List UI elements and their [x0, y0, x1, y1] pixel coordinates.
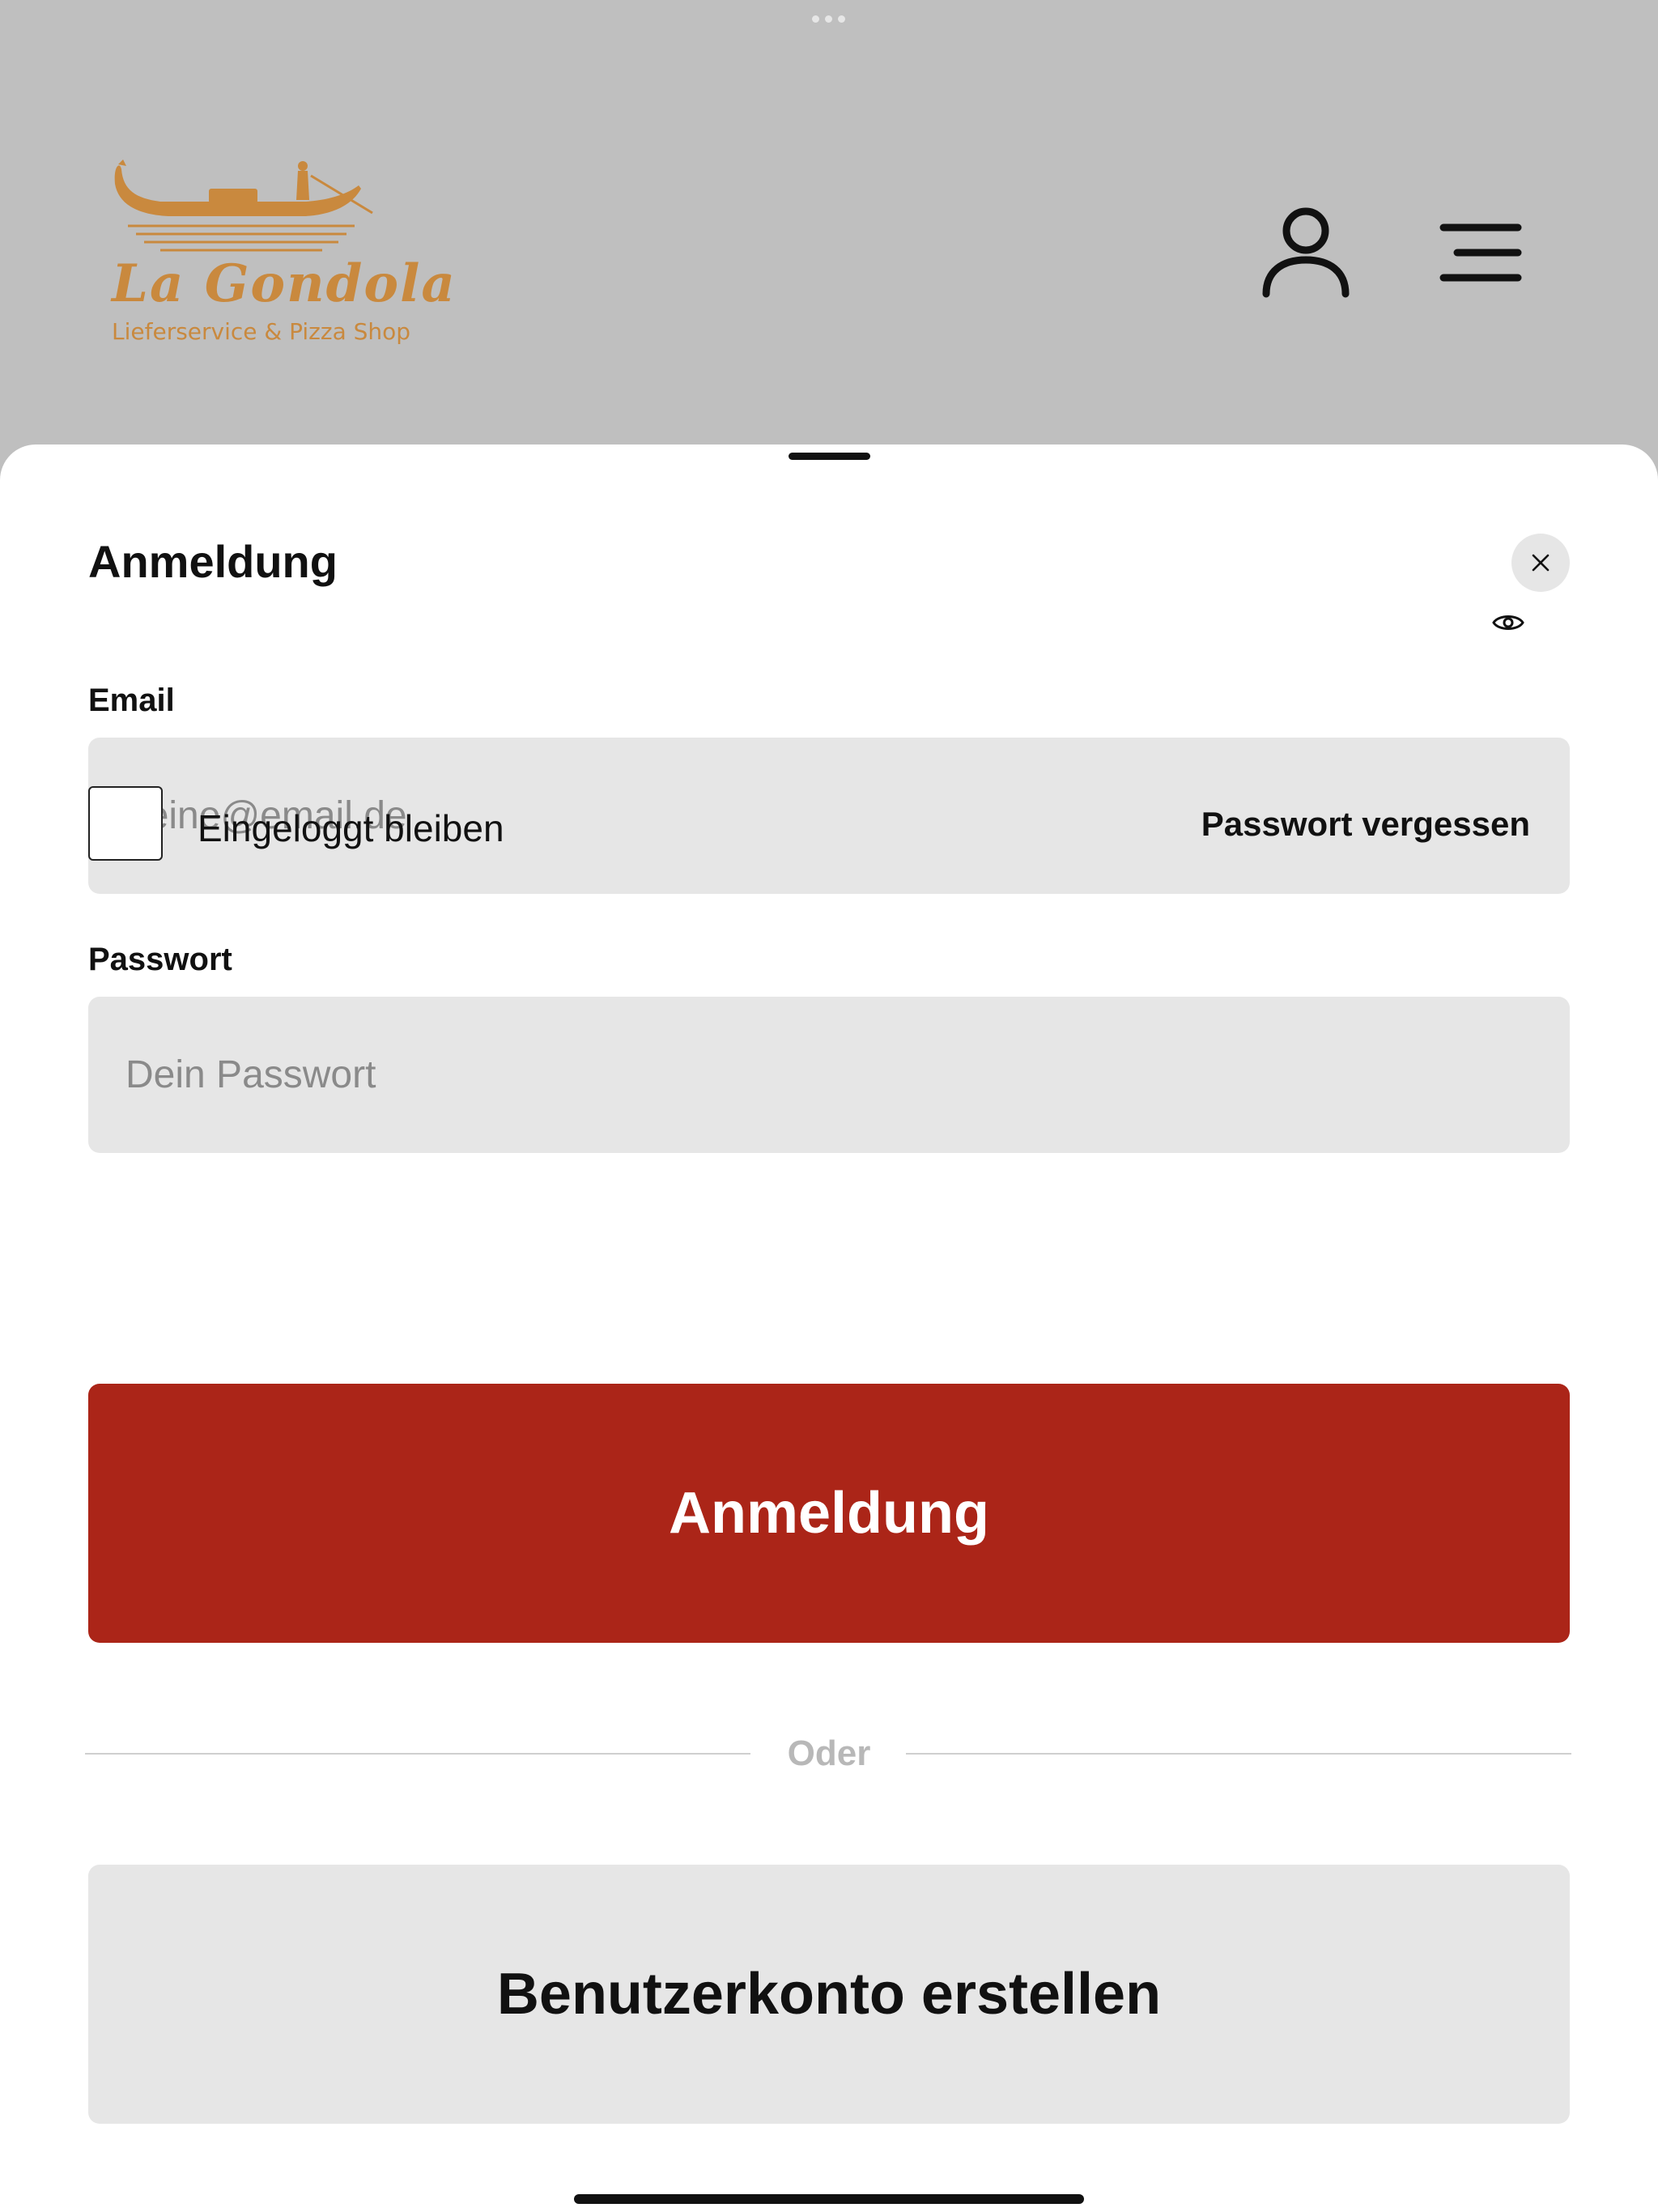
home-indicator[interactable] [574, 2194, 1084, 2204]
menu-icon[interactable] [1439, 223, 1522, 283]
sheet-grabber[interactable] [789, 453, 870, 460]
remember-me-checkbox[interactable] [88, 786, 163, 861]
divider-line-right [906, 1753, 1571, 1755]
login-button[interactable]: Anmeldung [88, 1384, 1570, 1643]
create-account-button[interactable]: Benutzerkonto erstellen [88, 1865, 1570, 2124]
close-icon [1532, 554, 1550, 572]
close-button[interactable] [1511, 534, 1570, 592]
forgot-password-link[interactable]: Passwort vergessen [1201, 805, 1530, 844]
password-label: Passwort [88, 942, 232, 977]
logo-title: La Gondola [112, 253, 457, 314]
email-label: Email [88, 683, 175, 718]
sheet-title: Anmeldung [88, 536, 338, 587]
multitasking-dots-icon[interactable] [812, 15, 845, 23]
logo[interactable]: La Gondola Lieferservice & Pizza Shop [112, 158, 457, 348]
app-screen: La Gondola Lieferservice & Pizza Shop An… [0, 0, 1658, 2212]
logo-subtitle: Lieferservice & Pizza Shop [112, 318, 411, 345]
eye-icon[interactable] [1492, 610, 1524, 635]
gondola-logo-icon [114, 160, 373, 252]
user-icon[interactable] [1261, 206, 1350, 300]
login-sheet: Anmeldung Email Passwort Eingeloggt blei… [0, 445, 1658, 2212]
password-field[interactable] [88, 997, 1570, 1153]
remember-me-label: Eingeloggt bleiben [198, 807, 504, 849]
